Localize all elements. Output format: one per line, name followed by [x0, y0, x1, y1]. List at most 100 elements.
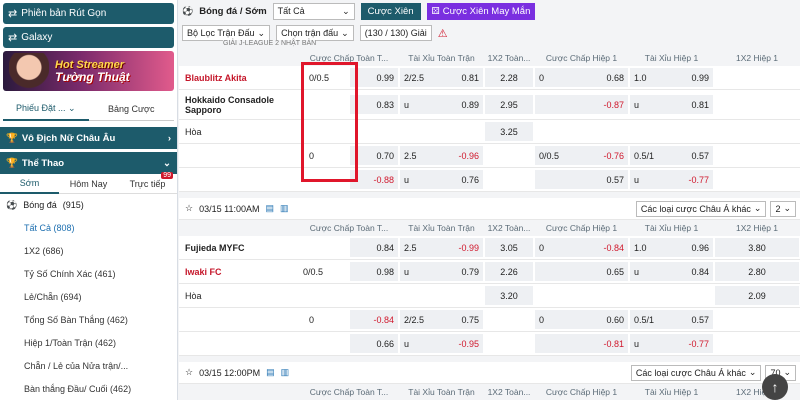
- table-row: Fujieda MYFC 0.84 2.5 -0.99 3.05 0 -0.84 1…: [179, 236, 800, 260]
- chevron-down-icon: ⌄: [748, 367, 757, 377]
- parlay-version-button[interactable]: ⇄ Phiên bản Rút Gọn: [3, 3, 174, 24]
- menu-item-total-goals[interactable]: Tổng Số Bàn Thắng (462): [0, 308, 177, 331]
- odds-cell[interactable]: 0.5/1 0.57: [630, 310, 713, 329]
- league-count[interactable]: (130 / 130) Giải: [359, 25, 432, 41]
- table-row: 0 0.70 2.5 -0.96 0/0.5 -0.76 0.5/1 0.57: [179, 144, 800, 168]
- menu-item-half-odd-even[interactable]: Chẵn / Lẻ của Nửa trận/...: [0, 354, 177, 377]
- star-icon[interactable]: ☆: [185, 367, 193, 378]
- odds-cell[interactable]: 0.66: [350, 334, 398, 353]
- odds-cell[interactable]: 2.28: [485, 68, 533, 87]
- match-header: ☆ 03/15 12:00PM ▤ ▥ Các loại cược Châu Á…: [179, 362, 800, 384]
- arrow-up-icon: ↑: [771, 379, 779, 395]
- market-select[interactable]: Tất Cả ⌄: [272, 2, 355, 20]
- odds-cell[interactable]: 0.65: [535, 262, 628, 281]
- menu-item-first-last-goal[interactable]: Bàn thắng Đầu/ Cuối (462): [0, 377, 177, 400]
- odds-cell[interactable]: 0.5/1 0.57: [630, 146, 713, 165]
- tab-early[interactable]: Sớm: [0, 174, 59, 194]
- away-team: Iwaki FC: [185, 266, 222, 277]
- section-euro-women[interactable]: 🏆 Vô Địch Nữ Châu Âu ›: [0, 127, 177, 149]
- tab-today[interactable]: Hôm Nay: [59, 179, 118, 189]
- odds-cell[interactable]: u 0.84: [630, 262, 713, 281]
- odds-cell[interactable]: 2.26: [485, 262, 533, 281]
- odds-cell[interactable]: 0.84: [350, 238, 398, 257]
- menu-item-ht-ft[interactable]: Hiệp 1/Toàn Trận (462): [0, 331, 177, 354]
- hot-streamer-banner[interactable]: Hot Streamer Tường Thuật: [3, 51, 174, 91]
- swap-icon: ⇄: [8, 32, 18, 44]
- stats-icon[interactable]: ▤: [265, 203, 274, 214]
- odds-cell[interactable]: u 0.81: [630, 95, 713, 114]
- menu-item-all[interactable]: Tất Cả (808): [0, 216, 177, 239]
- odds-cell[interactable]: 0/0.5 -0.76: [535, 146, 628, 165]
- menu-item-1x2[interactable]: 1X2 (686): [0, 239, 177, 262]
- odds-cell[interactable]: 3.05: [485, 238, 533, 257]
- odds-cell[interactable]: 1.0 0.99: [630, 68, 713, 87]
- betslip-tabs: Phiếu Đặt ... ⌄ Bảng Cược: [3, 97, 174, 121]
- home-team: Blaublitz Akita: [185, 72, 247, 83]
- tab-bet-list[interactable]: Bảng Cược: [89, 104, 175, 114]
- odds-cell[interactable]: 2.09: [715, 286, 799, 305]
- odds-cell[interactable]: 3.25: [485, 122, 533, 141]
- odds-cell[interactable]: 1.0 0.96: [630, 238, 713, 257]
- odds-cell[interactable]: -0.87: [535, 95, 628, 114]
- sport-soccer[interactable]: ⚽ Bóng đá (915): [0, 194, 177, 216]
- odds-cell[interactable]: 2/2.5 0.75: [400, 310, 483, 329]
- away-team: Hokkaido Consadole Sapporo: [185, 94, 275, 115]
- other-bets-count[interactable]: 2 ⌄: [770, 200, 796, 217]
- chevron-down-icon: ⌄: [68, 102, 76, 113]
- odds-cell[interactable]: 2.5 -0.96: [400, 146, 483, 165]
- odds-cell[interactable]: 0.57: [535, 170, 628, 189]
- star-icon[interactable]: ☆: [185, 203, 193, 214]
- odds-cell[interactable]: 2/2.5 0.81: [400, 68, 483, 87]
- odds-cell[interactable]: 2.5 -0.99: [400, 238, 483, 257]
- stats-icon[interactable]: ▤: [266, 367, 275, 378]
- handicap-line: 0/0.5: [303, 266, 324, 277]
- chevron-down-icon: ⌄: [257, 27, 266, 38]
- tab-live[interactable]: Trực tiếp: [118, 179, 177, 189]
- odds-cell[interactable]: u -0.77: [630, 170, 713, 189]
- table-row: 0 -0.84 2/2.5 0.75 0 0.60 0.5/1 0.57: [179, 308, 800, 332]
- tab-betslip[interactable]: Phiếu Đặt ... ⌄: [3, 97, 89, 121]
- odds-cell[interactable]: u 0.76: [400, 170, 483, 189]
- odds-cell[interactable]: u 0.79: [400, 262, 483, 281]
- lucky-parlay-button[interactable]: ⚄ Cược Xiên May Mắn: [426, 2, 536, 20]
- odds-cell[interactable]: u -0.95: [400, 334, 483, 353]
- odds-cell[interactable]: 3.20: [485, 286, 533, 305]
- chart-icon[interactable]: ▥: [280, 203, 289, 214]
- odds-cell[interactable]: 3.80: [715, 238, 799, 257]
- time-tabs: Sớm Hôm Nay Trực tiếp 99: [0, 172, 177, 194]
- streamer-image: [9, 53, 49, 89]
- odds-cell[interactable]: 0.98: [350, 262, 398, 281]
- other-bets-select[interactable]: Các loại cược Châu Á khác ⌄: [630, 364, 762, 381]
- odds-cell[interactable]: -0.81: [535, 334, 628, 353]
- parlay-button[interactable]: Cược Xiên: [360, 2, 421, 20]
- odds-cell[interactable]: 0 0.68: [535, 68, 628, 87]
- soccer-ball-icon: ⚽: [6, 199, 18, 210]
- alert-icon[interactable]: ⚠: [438, 27, 448, 40]
- home-team: Fujieda MYFC: [185, 242, 245, 253]
- table-row: Iwaki FC 0/0.5 0.98 u 0.79 2.26 0.65 u 0.8…: [179, 260, 800, 284]
- promo-line1: Hot Streamer: [55, 58, 125, 71]
- odds-cell[interactable]: 0 0.60: [535, 310, 628, 329]
- chevron-right-icon: ›: [167, 132, 171, 144]
- match-filter-button[interactable]: Bộ Lọc Trận Đấu ⌄: [182, 25, 271, 41]
- odds-cell[interactable]: -0.84: [350, 310, 398, 329]
- swap-icon: ⇄: [8, 8, 18, 20]
- menu-item-odd-even[interactable]: Lẻ/Chẵn (694): [0, 285, 177, 308]
- chart-icon[interactable]: ▥: [281, 367, 290, 378]
- chevron-down-icon: ⌄: [163, 157, 171, 169]
- section-sports[interactable]: 🏆 Thể Thao ⌄: [0, 152, 177, 174]
- other-bets-select[interactable]: Các loại cược Châu Á khác ⌄: [635, 200, 767, 217]
- odds-cell[interactable]: 2.95: [485, 95, 533, 114]
- galaxy-button[interactable]: ⇄ Galaxy: [3, 27, 174, 48]
- odds-cell[interactable]: u 0.89: [400, 95, 483, 114]
- odds-cell[interactable]: 2.80: [715, 262, 799, 281]
- table-row: -0.88 u 0.76 0.57 u -0.77: [179, 168, 800, 192]
- odds-cell[interactable]: 0 -0.84: [535, 238, 628, 257]
- dice-icon: ⚄: [431, 5, 440, 17]
- menu-item-correct-score[interactable]: Tỷ Số Chính Xác (461): [0, 262, 177, 285]
- select-match-button[interactable]: Chọn trận đấu ⌄: [276, 25, 354, 41]
- top-bar: ⚽ Bóng đá / Sớm Tất Cả ⌄ Cược Xiên ⚄ Cượ…: [179, 0, 800, 22]
- draw-label: Hòa: [185, 290, 202, 301]
- odds-cell[interactable]: u -0.77: [630, 334, 713, 353]
- scroll-top-button[interactable]: ↑: [762, 374, 788, 400]
